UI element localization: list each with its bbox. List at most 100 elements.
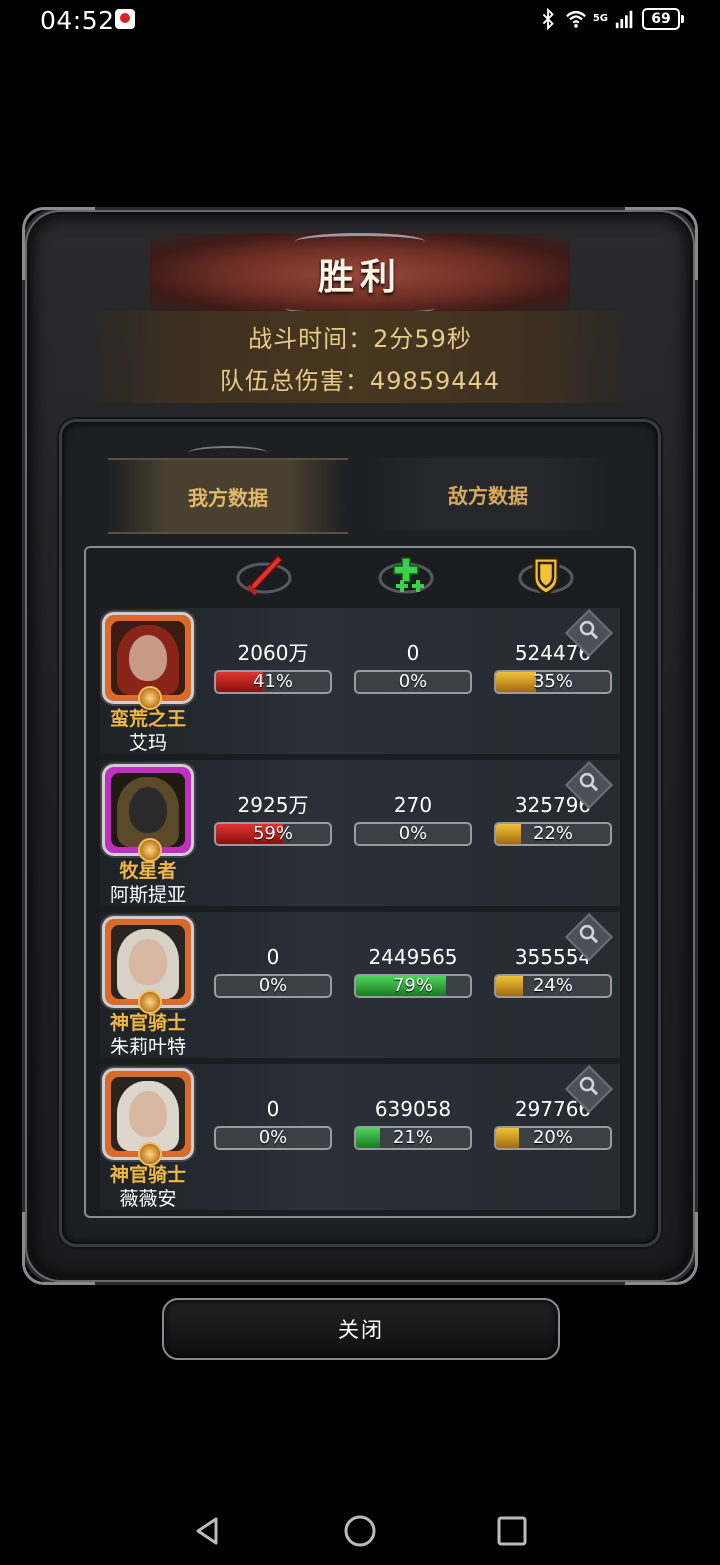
damage-bar: 41% (214, 670, 332, 694)
damage-value: 0 (266, 1097, 280, 1121)
magnifier-icon (579, 924, 599, 944)
healing-value: 639058 (374, 1097, 452, 1121)
damage-percent: 41% (252, 671, 293, 692)
network-type-label: 5G (592, 13, 608, 24)
notification-icon (115, 9, 135, 29)
damage-taken-percent: 24% (532, 975, 573, 996)
damage-taken-bar: 20% (494, 1126, 612, 1150)
bluetooth-icon (542, 8, 554, 30)
damage-taken-percent: 20% (532, 1127, 573, 1148)
healing-stat: 270 0% (354, 792, 472, 846)
hero-class: 神官骑士 (109, 1164, 186, 1186)
victory-title: 胜利 (317, 257, 402, 298)
healing-bar: 21% (354, 1126, 472, 1150)
hero-avatar (111, 1077, 185, 1151)
damage-value: 2060万 (237, 641, 309, 665)
battle-result-panel: 胜利 战斗时间：2分59秒 队伍总伤害：49859444 我方数据 敌方数据 蛮… (22, 207, 698, 1285)
damage-percent: 59% (252, 823, 293, 844)
healing-bar: 79% (354, 974, 472, 998)
healing-value: 270 (393, 793, 433, 817)
system-nav-bar (0, 1495, 720, 1565)
close-button[interactable]: 关闭 (162, 1298, 560, 1360)
hero-name: 艾玛 (128, 732, 167, 754)
title-ornament (295, 233, 425, 250)
hero-name: 薇薇安 (119, 1188, 177, 1210)
stats-panel: 我方数据 敌方数据 蛮荒之王 艾玛 2060万 41% 0 0% 524476 … (62, 422, 658, 1244)
hero-portrait[interactable] (102, 612, 194, 710)
wifi-icon (565, 10, 586, 28)
damage-taken-bar: 35% (494, 670, 612, 694)
hero-portrait[interactable] (102, 764, 194, 862)
frame-ornament-top-right (625, 207, 698, 280)
battle-time: 战斗时间：2分59秒 (248, 325, 472, 353)
magnifier-icon (579, 1076, 599, 1096)
status-time: 04:52 (40, 6, 115, 35)
healing-percent: 21% (392, 1127, 433, 1148)
avatar-face (129, 635, 167, 681)
status-icons: 5G 69 (537, 8, 684, 30)
healing-bar: 0% (354, 822, 472, 846)
status-bar: 04:52 5G 69 (0, 0, 720, 40)
magnifier-icon (579, 772, 599, 792)
home-icon[interactable] (342, 1513, 378, 1549)
healing-percent: 79% (392, 975, 433, 996)
damage-bar: 0% (214, 1126, 332, 1150)
hero-stats-table: 蛮荒之王 艾玛 2060万 41% 0 0% 524476 35% 牧星者 阿斯… (84, 546, 636, 1218)
hero-name: 朱莉叶特 (109, 1036, 186, 1058)
damage-stat: 2060万 41% (214, 640, 332, 694)
hero-portrait[interactable] (102, 1068, 194, 1166)
hero-class: 牧星者 (119, 860, 177, 882)
hero-row: 蛮荒之王 艾玛 2060万 41% 0 0% 524476 35% (100, 608, 620, 754)
damage-taken-percent: 35% (532, 671, 573, 692)
hero-portrait[interactable] (102, 916, 194, 1014)
healing-value: 2449565 (368, 945, 458, 969)
avatar-face (129, 939, 167, 985)
team-total-damage: 队伍总伤害：49859444 (219, 367, 501, 395)
hero-avatar (111, 773, 185, 847)
magnifier-icon (579, 620, 599, 640)
healing-stat: 639058 21% (354, 1096, 472, 1150)
title-banner: 胜利 (150, 233, 570, 315)
healing-percent: 0% (398, 823, 428, 844)
avatar-face (129, 787, 167, 833)
hero-row: 神官骑士 薇薇安 0 0% 639058 21% 297766 20% (100, 1064, 620, 1210)
damage-stat: 0 0% (214, 944, 332, 998)
damage-value: 0 (266, 945, 280, 969)
tab-enemy-data[interactable]: 敌方数据 (368, 458, 608, 530)
signal-icon (615, 10, 633, 29)
damage-taken-bar: 24% (494, 974, 612, 998)
hero-row: 牧星者 阿斯提亚 2925万 59% 270 0% 325796 22% (100, 760, 620, 906)
back-icon[interactable] (190, 1513, 226, 1549)
hero-name: 阿斯提亚 (109, 884, 186, 906)
damage-percent: 0% (258, 975, 288, 996)
hero-avatar (111, 621, 185, 695)
damage-taken-percent: 22% (532, 823, 573, 844)
battery-level: 69 (651, 11, 671, 27)
healing-stat: 0 0% (354, 640, 472, 694)
recent-apps-icon[interactable] (494, 1513, 530, 1549)
frame-ornament-top-left (22, 207, 95, 280)
healing-bar: 0% (354, 670, 472, 694)
battle-summary: 战斗时间：2分59秒 队伍总伤害：49859444 (85, 311, 635, 403)
healing-percent: 0% (398, 671, 428, 692)
tab-our-data[interactable]: 我方数据 (108, 458, 348, 534)
damage-stat: 0 0% (214, 1096, 332, 1150)
avatar-face (129, 1091, 167, 1137)
hero-avatar (111, 925, 185, 999)
hero-class: 神官骑士 (109, 1012, 186, 1034)
damage-taken-bar: 22% (494, 822, 612, 846)
shield-icon (518, 556, 574, 596)
close-button-label: 关闭 (338, 1318, 384, 1342)
healing-value: 0 (406, 641, 420, 665)
damage-percent: 0% (258, 1127, 288, 1148)
healing-stat: 2449565 79% (354, 944, 472, 998)
battery-icon: 69 (642, 8, 684, 30)
damage-bar: 0% (214, 974, 332, 998)
damage-bar: 59% (214, 822, 332, 846)
damage-stat: 2925万 59% (214, 792, 332, 846)
hero-row: 神官骑士 朱莉叶特 0 0% 2449565 79% 355554 24% (100, 912, 620, 1058)
hero-class: 蛮荒之王 (109, 708, 186, 730)
heal-cross-icon (378, 557, 434, 594)
sword-icon (236, 554, 292, 596)
damage-value: 2925万 (237, 793, 309, 817)
